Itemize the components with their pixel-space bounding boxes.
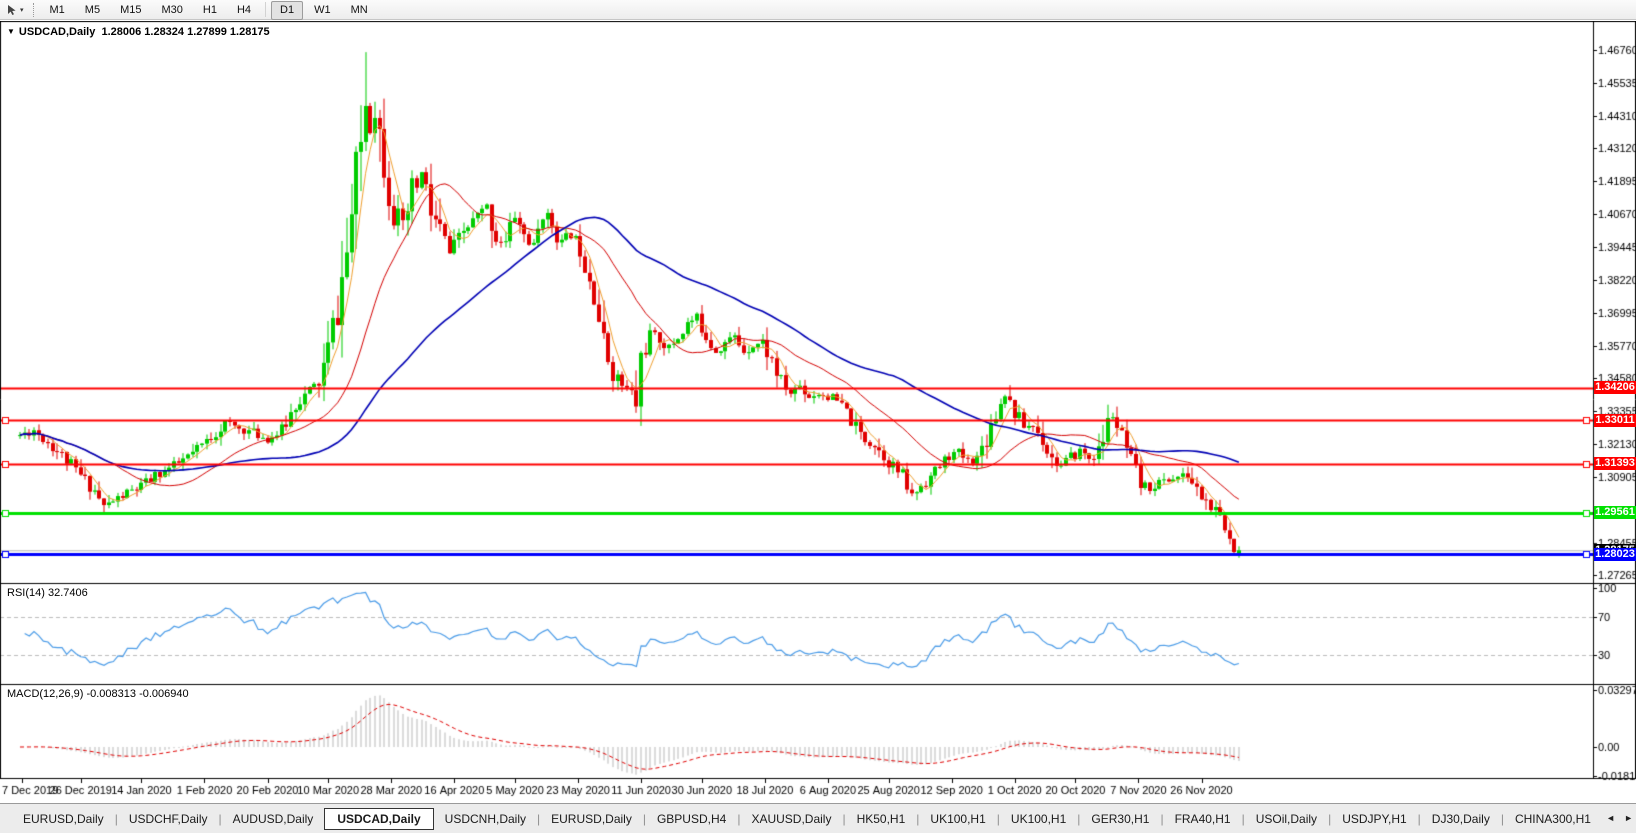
timeframe-button-m5[interactable]: M5 (76, 1, 109, 20)
timeframe-button-m15[interactable]: M15 (111, 1, 150, 20)
chart-tab-hk50-h1[interactable]: HK50,H1 (846, 809, 917, 829)
chart-tab-xauusd-daily[interactable]: XAUUSD,Daily (740, 809, 842, 829)
chart-window: ▼ USDCAD,Daily 1.28006 1.28324 1.27899 1.… (0, 21, 1636, 803)
chart-tab-eurusd-daily[interactable]: EURUSD,Daily (540, 809, 643, 829)
hline-price-tag: 1.31393 (1594, 457, 1636, 470)
tool-dropdown-caret[interactable]: ▾ (20, 6, 24, 14)
chart-tab-usoil-daily[interactable]: USOil,Daily (1245, 809, 1328, 829)
chart-tab-uk100-h1[interactable]: UK100,H1 (919, 809, 996, 829)
timeframe-button-h4[interactable]: H4 (228, 1, 260, 20)
timeframe-group: D1W1MN (270, 0, 378, 20)
chart-tab-bar: EURUSD,Daily|USDCHF,Daily|AUDUSD,DailyUS… (0, 803, 1636, 833)
chart-tab-china300-h1[interactable]: CHINA300,H1 (1504, 809, 1602, 829)
timeframe-button-m30[interactable]: M30 (152, 1, 191, 20)
toolbar-grip[interactable] (33, 3, 34, 17)
chart-tab-audusd-daily[interactable]: AUDUSD,Daily (222, 809, 325, 829)
timeframe-button-m1[interactable]: M1 (41, 1, 74, 20)
chart-tab-dj30-daily[interactable]: DJ30,Daily (1421, 809, 1501, 829)
toolbar-separator (265, 2, 266, 17)
chart-tab-fra40-h1[interactable]: FRA40,H1 (1164, 809, 1242, 829)
chart-ohlc-values: 1.28006 1.28324 1.27899 1.28175 (101, 26, 269, 38)
chart-tab-gbpusd-h4[interactable]: GBPUSD,H4 (646, 809, 737, 829)
timeframe-button-d1[interactable]: D1 (271, 1, 303, 20)
chart-tab-usdchf-daily[interactable]: USDCHF,Daily (118, 809, 219, 829)
chart-tab-uk100-h1[interactable]: UK100,H1 (1000, 809, 1077, 829)
rsi-indicator-label: RSI(14) 32.7406 (7, 587, 88, 599)
chart-tab-usdcad-daily[interactable]: USDCAD,Daily (324, 808, 433, 830)
timeframe-button-w1[interactable]: W1 (305, 1, 340, 20)
tab-scroll-left-icon[interactable]: ◄ (1606, 813, 1615, 823)
hline-price-tag: 1.33011 (1594, 414, 1636, 427)
timeframe-button-mn[interactable]: MN (342, 1, 377, 20)
chart-tab-eurusd-daily[interactable]: EURUSD,Daily (12, 809, 115, 829)
chart-tab-usdcnh-daily[interactable]: USDCNH,Daily (434, 809, 537, 829)
timeframe-button-h1[interactable]: H1 (194, 1, 226, 20)
price-chart-canvas[interactable] (0, 21, 1636, 803)
collapse-icon[interactable]: ▼ (7, 27, 15, 36)
chart-tab-usdjpy-h1[interactable]: USDJPY,H1 (1331, 809, 1417, 829)
hline-price-tag: 1.28023 (1594, 548, 1636, 561)
timeframe-group: M1M5M15M30H1H4 (40, 0, 262, 20)
chart-tabs: EURUSD,Daily|USDCHF,Daily|AUDUSD,DailyUS… (12, 808, 1602, 830)
chart-tab-ger30-h1[interactable]: GER30,H1 (1080, 809, 1160, 829)
timeframe-toolbar: ▾ M1M5M15M30H1H4 D1W1MN (0, 0, 1636, 20)
chart-symbol: USDCAD,Daily (19, 26, 95, 38)
tab-scroll-right-icon[interactable]: ► (1624, 813, 1633, 823)
macd-indicator-label: MACD(12,26,9) -0.008313 -0.006940 (7, 688, 189, 700)
chart-title: ▼ USDCAD,Daily 1.28006 1.28324 1.27899 1.… (7, 26, 270, 38)
hline-price-tag: 1.34206 (1594, 381, 1636, 394)
hline-price-tag: 1.29561 (1594, 506, 1636, 519)
cursor-tool-icon[interactable] (4, 2, 20, 18)
